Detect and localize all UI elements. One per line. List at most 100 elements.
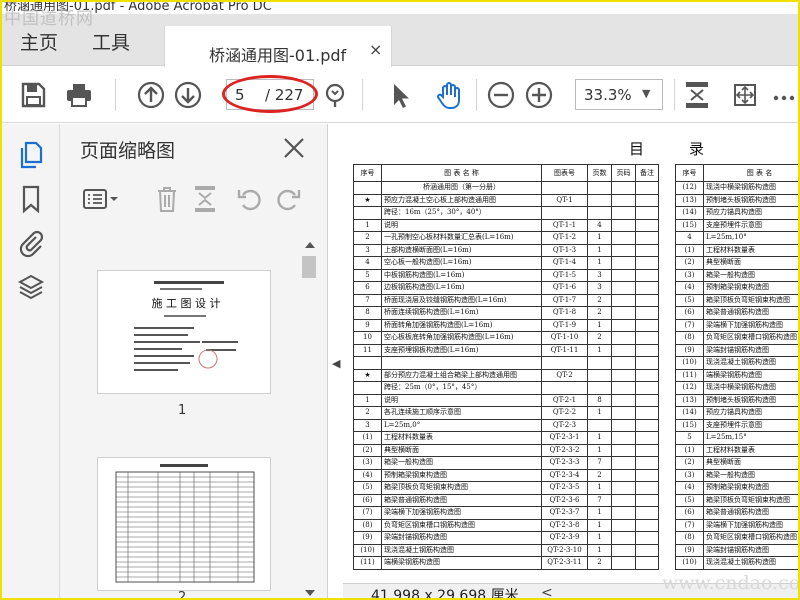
select-cursor-icon[interactable] [386,80,416,110]
table-cell: L=25m,15° [703,431,798,445]
table-cell: (8) [353,518,382,532]
table-cell [611,431,636,445]
table-cell: 现浇混凝土钢筋构造图 [381,543,542,557]
thumb1-title: 施 工 图 设 计 [152,297,221,310]
table-cell [635,443,659,457]
find-page-icon[interactable] [320,80,350,110]
table-cell [635,506,659,520]
attachment-icon[interactable] [16,228,46,258]
table-cell: (14) [675,406,704,420]
tab-close-button[interactable]: × [369,40,382,59]
previous-page-icon[interactable] [136,80,166,110]
left-table-header: 备注 [635,164,659,182]
hand-tool-icon[interactable] [434,80,464,110]
table-cell: 5 [353,268,382,282]
scroll-down-icon[interactable] [300,586,320,600]
zoom-select[interactable]: 33.3% ▼ [575,79,663,110]
table-cell [635,381,659,395]
table-row: (10) 现浇混凝土钢筋构造图 [675,556,798,570]
rotate-left-icon[interactable] [234,184,264,214]
table-cell [635,543,659,557]
table-cell: (6) [353,493,382,507]
page-thumbnail-1[interactable]: 施 工 图 设 计 [97,270,271,394]
table-cell: (9) [353,531,382,545]
zoom-out-icon[interactable] [486,80,516,110]
scroll-left-icon[interactable]: < [541,585,553,598]
zoom-in-icon[interactable] [524,80,554,110]
table-cell [611,231,636,245]
table-cell: 桥面现浇层及铰缝钢筋构造图(L=16m) [381,293,542,307]
table-cell: 箱梁普通钢筋构造图 [703,306,798,320]
table-cell: 一孔预制空心板材料数量汇总表(L=16m) [381,231,542,245]
table-cell: (1) [675,243,704,257]
table-cell [611,368,636,382]
tab-label: 桥涵通用图-01.pdf [209,46,347,65]
left-table-header: 序号 [353,164,382,182]
table-cell [635,331,659,345]
table-cell: 1 [587,531,612,545]
table-cell [635,531,659,545]
table-cell [353,206,382,220]
table-row: (14) 预应力锚具构造图 [675,406,798,420]
table-cell: (6) [675,506,704,520]
table-cell: 典型横断面 [703,456,798,470]
extract-page-icon[interactable] [190,184,220,214]
toc-title-right: 录 [689,140,705,158]
print-icon[interactable] [64,80,94,110]
table-cell: 1 [587,443,612,457]
document-viewer[interactable]: 目 录 序号图 表 名 称图表号 页数 页码 备注 桥涵通用图（第一分册） ★ 预应力混凝… [343,124,798,598]
table-row: (4) 预制箱梁钢束构造图 [675,281,798,295]
delete-page-icon[interactable] [152,184,182,214]
close-icon[interactable] [280,134,308,162]
save-icon[interactable] [18,80,48,110]
thumbnail-scrollbar[interactable] [300,234,320,600]
table-cell [635,393,659,407]
table-row: (9) 梁端封锚钢筋构造图 [675,343,798,357]
table-cell: (13) [675,193,704,207]
table-cell [611,306,636,320]
page-thumbnail-2[interactable] [97,457,271,591]
table-cell [635,268,659,282]
table-cell: (6) [675,306,704,320]
table-cell: (2) [675,256,704,270]
table-cell [611,518,636,532]
full-screen-icon[interactable] [730,80,760,110]
menu-tools[interactable]: 工具 [92,28,130,55]
table-cell [611,243,636,257]
collapse-panel-icon[interactable]: ◀ [332,357,340,370]
left-table-header: 页数 [587,164,612,182]
table-cell: 2 [587,468,612,482]
table-cell: 负弯矩区钢束槽口钢筋构造图 [703,331,798,345]
table-row: ★ 预应力混凝土空心板上部构造通用图 QT-1 [353,193,659,207]
table-cell: 箱梁一般构造图 [381,456,542,470]
table-cell: 现浇中横梁钢筋构造图 [703,181,798,195]
table-cell [381,356,542,370]
table-cell [541,356,588,370]
scroll-thumb[interactable] [302,256,316,278]
table-cell: 4 [587,218,612,232]
layers-icon[interactable] [16,272,46,302]
table-row: (12) 现浇中横梁钢筋构造图 [675,381,798,395]
table-cell: 预制箱梁钢束构造图 [703,481,798,495]
table-cell: (8) [675,531,704,545]
table-cell: 1 [587,506,612,520]
table-cell: 7 [587,493,612,507]
table-cell: 现浇混凝土钢筋构造图 [703,356,798,370]
scroll-up-icon[interactable] [300,238,320,252]
table-cell [611,481,636,495]
table-cell [635,181,659,195]
chevron-down-icon: ▼ [642,87,651,100]
next-page-icon[interactable] [173,80,203,110]
bookmark-icon[interactable] [16,184,46,214]
page-options-icon[interactable] [82,184,122,214]
fit-page-icon[interactable] [682,80,712,110]
table-cell: QT-1-1 [541,218,588,232]
rotate-right-icon[interactable] [274,184,304,214]
table-row: (1) 工程材料数量表 [675,443,798,457]
app-window: 桥涵通用图-01.pdf - Adobe Acrobat Pro DC 主页 工… [0,0,800,600]
menu-home[interactable]: 主页 [20,28,58,55]
copy-pages-icon[interactable] [16,140,46,170]
more-tools-icon[interactable] [772,80,796,110]
table-cell [611,318,636,332]
table-cell: 1 [587,481,612,495]
